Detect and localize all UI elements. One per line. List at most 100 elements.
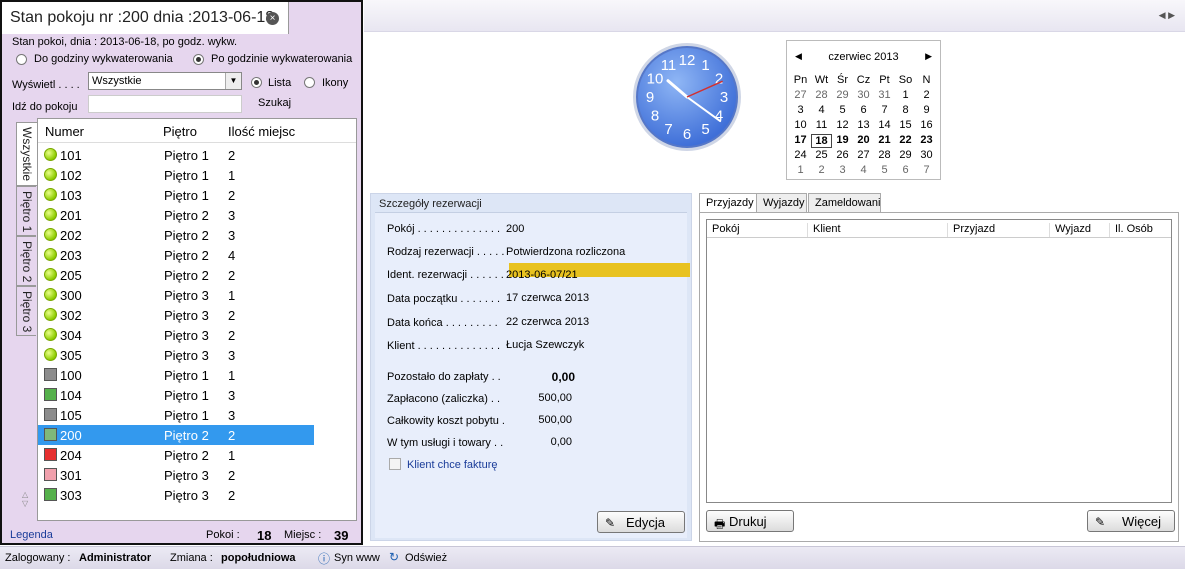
calendar-day[interactable]: 10 (790, 119, 811, 131)
calendar-day[interactable]: 29 (832, 89, 853, 101)
table-row[interactable]: 304 Piętro 3 2 (38, 325, 314, 345)
radio-after-checkout[interactable] (193, 54, 204, 65)
calendar-day[interactable]: 29 (895, 149, 916, 161)
column-arrival[interactable]: Przyjazd (947, 223, 995, 237)
calendar-day[interactable]: 5 (874, 164, 895, 176)
table-row[interactable]: 202 Piętro 2 3 (38, 225, 314, 245)
calendar-day[interactable]: 5 (832, 104, 853, 116)
sync-link[interactable]: Syn www (334, 552, 380, 564)
calendar-day[interactable]: 22 (895, 134, 916, 146)
table-row[interactable]: 301 Piętro 3 2 (38, 465, 314, 485)
column-number[interactable]: Numer (45, 124, 84, 139)
column-room[interactable]: Pokój (707, 223, 740, 237)
calendar-day[interactable]: 8 (895, 104, 916, 116)
calendar-day[interactable]: 24 (790, 149, 811, 161)
goto-room-input[interactable] (88, 95, 242, 113)
calendar-day[interactable]: 7 (874, 104, 895, 116)
calendar-day[interactable]: 18 (811, 134, 832, 148)
calendar-day[interactable]: 12 (832, 119, 853, 131)
calendar-day[interactable]: 7 (916, 164, 937, 176)
calendar-day[interactable]: 9 (916, 104, 937, 116)
calendar-day[interactable]: 30 (916, 149, 937, 161)
more-button[interactable]: ✎ Więcej (1087, 510, 1175, 532)
table-row[interactable]: 303 Piętro 3 2 (38, 485, 314, 505)
column-seats[interactable]: Ilość miejsc (228, 124, 295, 139)
table-row[interactable]: 104 Piętro 1 3 (38, 385, 314, 405)
calendar-day[interactable]: 16 (916, 119, 937, 131)
calendar-day[interactable]: 25 (811, 149, 832, 161)
radio-view-list[interactable] (251, 77, 262, 88)
calendar-day[interactable]: 27 (790, 89, 811, 101)
calendar-day[interactable]: 27 (853, 149, 874, 161)
calendar-day[interactable]: 31 (874, 89, 895, 101)
room-tab[interactable]: Stan pokoju nr :200 dnia :2013-06-18 × (2, 2, 289, 34)
tab-departures[interactable]: Wyjazdy (756, 193, 807, 213)
calendar-day[interactable]: 11 (811, 119, 832, 131)
column-floor[interactable]: Piętro (163, 124, 197, 139)
radio-view-icons[interactable] (304, 77, 315, 88)
room-floor: Piętro 3 (164, 488, 209, 503)
calendar-day[interactable]: 6 (895, 164, 916, 176)
calendar-day[interactable]: 3 (832, 164, 853, 176)
calendar-day[interactable]: 2 (811, 164, 832, 176)
calendar-day[interactable]: 21 (874, 134, 895, 146)
column-client[interactable]: Klient (807, 223, 841, 237)
table-row[interactable]: 305 Piętro 3 3 (38, 345, 314, 365)
reservation-id-value: 2013-06-07/21 (506, 269, 578, 281)
column-departure[interactable]: Wyjazd (1049, 223, 1091, 237)
calendar-day[interactable]: 19 (832, 134, 853, 146)
tab-floor-3[interactable]: Piętro 3 (16, 286, 36, 336)
table-row[interactable]: 205 Piętro 2 2 (38, 265, 314, 285)
print-button[interactable]: 🖶 Drukuj (706, 510, 794, 532)
table-row[interactable]: 200 Piętro 2 2 (38, 425, 314, 445)
table-row[interactable]: 201 Piętro 2 3 (38, 205, 314, 225)
room-number: 200 (60, 428, 82, 443)
calendar-day[interactable]: 2 (916, 89, 937, 101)
legend-link[interactable]: Legenda (10, 529, 53, 541)
radio-before-checkout[interactable] (16, 54, 27, 65)
table-row[interactable]: 100 Piętro 1 1 (38, 365, 314, 385)
calendar-day[interactable]: 13 (853, 119, 874, 131)
scroll-arrows-icon[interactable]: △ ▽ (22, 490, 28, 508)
calendar-day[interactable]: 23 (916, 134, 937, 146)
calendar-day[interactable]: 1 (790, 164, 811, 176)
tab-floor-1[interactable]: Piętro 1 (16, 186, 36, 236)
next-month-icon[interactable]: ▶ (925, 51, 932, 62)
table-row[interactable]: 300 Piętro 3 1 (38, 285, 314, 305)
calendar-day[interactable]: 4 (853, 164, 874, 176)
tab-all-floors[interactable]: Wszystkie (16, 122, 38, 186)
room-number: 100 (60, 368, 82, 383)
calendar-day[interactable]: 28 (874, 149, 895, 161)
tab-floor-2[interactable]: Piętro 2 (16, 236, 36, 286)
table-row[interactable]: 102 Piętro 1 1 (38, 165, 314, 185)
table-row[interactable]: 204 Piętro 2 1 (38, 445, 314, 465)
invoice-checkbox[interactable] (389, 458, 401, 470)
search-label[interactable]: Szukaj (258, 97, 291, 109)
chevron-down-icon[interactable]: ▼ (225, 73, 241, 89)
calendar-day[interactable]: 6 (853, 104, 874, 116)
close-icon[interactable]: × (266, 12, 279, 25)
calendar-day[interactable]: 1 (895, 89, 916, 101)
display-select[interactable]: Wszystkie ▼ (88, 72, 242, 90)
arrivals-panel: Pokój Klient Przyjazd Wyjazd Il. Osób 🖶 … (699, 212, 1179, 542)
tab-checked-in[interactable]: Zameldowani (808, 193, 881, 213)
calendar-day[interactable]: 15 (895, 119, 916, 131)
table-row[interactable]: 302 Piętro 3 2 (38, 305, 314, 325)
column-persons[interactable]: Il. Osób (1109, 223, 1153, 237)
calendar-day[interactable]: 28 (811, 89, 832, 101)
calendar-day[interactable]: 4 (811, 104, 832, 116)
calendar-day[interactable]: 17 (790, 134, 811, 146)
edit-button[interactable]: ✎ Edycja (597, 511, 685, 533)
calendar-day[interactable]: 26 (832, 149, 853, 161)
table-row[interactable]: 203 Piętro 2 4 (38, 245, 314, 265)
tab-nav-arrows-icon[interactable]: ◀ ▶ (1159, 10, 1175, 21)
table-row[interactable]: 105 Piętro 1 3 (38, 405, 314, 425)
calendar-day[interactable]: 20 (853, 134, 874, 146)
table-row[interactable]: 103 Piętro 1 2 (38, 185, 314, 205)
table-row[interactable]: 101 Piętro 1 2 (38, 145, 314, 165)
calendar-day[interactable]: 3 (790, 104, 811, 116)
refresh-link[interactable]: Odśwież (405, 552, 447, 564)
tab-arrivals[interactable]: Przyjazdy (699, 193, 757, 214)
calendar-day[interactable]: 14 (874, 119, 895, 131)
calendar-day[interactable]: 30 (853, 89, 874, 101)
